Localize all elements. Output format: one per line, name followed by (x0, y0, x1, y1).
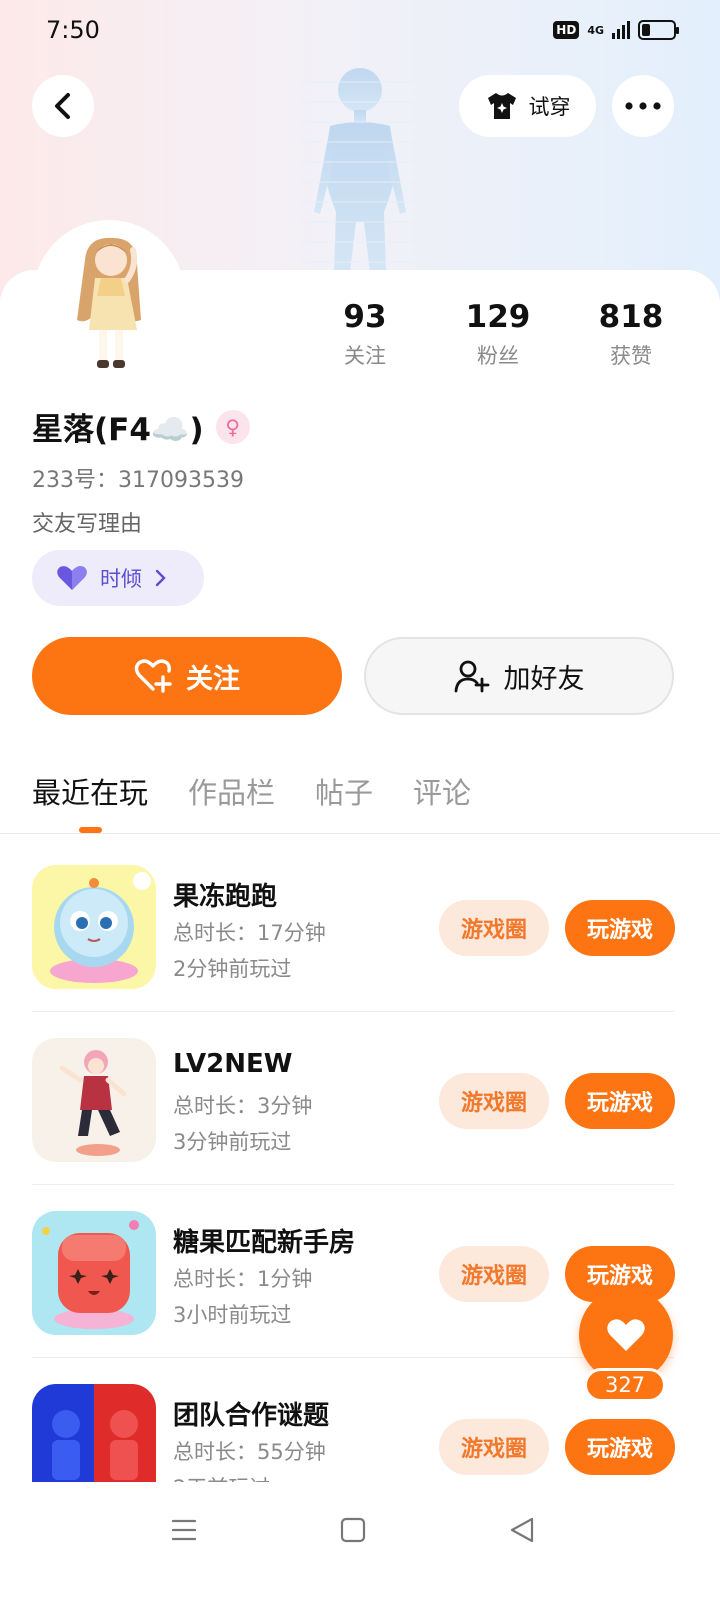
more-options-button[interactable] (612, 75, 674, 137)
like-count: 327 (584, 1368, 666, 1402)
heart-plus-icon (134, 659, 172, 693)
game-circle-button[interactable]: 游戏圈 (439, 1073, 549, 1129)
status-bar: 7:50 HD 4G (0, 0, 720, 64)
nav-back-button[interactable] (502, 1510, 542, 1550)
game-duration: 总时长：17分钟 (173, 921, 326, 945)
tag-label: 时倾 (100, 567, 142, 591)
game-icon-team-puzzle (32, 1384, 156, 1482)
game-name: 果冻跑跑 (173, 882, 278, 912)
system-nav-bar (0, 1482, 720, 1600)
tab-works[interactable]: 作品栏 (188, 770, 275, 838)
stat-likes[interactable]: 818 获赞 (571, 298, 691, 370)
game-name: LV2NEW (173, 1049, 293, 1079)
stat-followers[interactable]: 129 粉丝 (438, 298, 558, 370)
row-divider (32, 1357, 674, 1358)
game-last-played: 2分钟前玩过 (173, 957, 292, 981)
add-friend-button[interactable]: 加好友 (364, 637, 674, 715)
back-button[interactable] (32, 75, 94, 137)
heart-icon (607, 1319, 645, 1351)
network-type: 4G (587, 23, 604, 37)
game-icon-jelly-run (32, 865, 156, 989)
game-circle-button[interactable]: 游戏圈 (439, 1246, 549, 1302)
stat-label: 关注 (344, 344, 386, 368)
female-icon: ♀ (215, 409, 250, 444)
game-icon-lv2new (32, 1038, 156, 1162)
game-last-played: 3分钟前玩过 (173, 1130, 292, 1154)
follow-label: 关注 (186, 663, 240, 695)
signal-icon (612, 21, 630, 39)
game-last-played: 2天前玩过 (173, 1472, 270, 1482)
menu-button[interactable] (164, 1510, 204, 1550)
username: 星落(F4☁️) (32, 412, 204, 448)
stat-label: 获赞 (610, 344, 652, 368)
game-duration: 总时长：55分钟 (173, 1440, 326, 1464)
user-bio: 交友写理由 (32, 512, 143, 537)
more-dots-icon (625, 102, 661, 110)
square-icon (340, 1517, 366, 1543)
game-last-played: 3小时前玩过 (173, 1303, 292, 1327)
avatar-silhouette-illustration (300, 68, 420, 272)
chevron-left-icon (55, 93, 70, 119)
stat-value: 818 (598, 299, 664, 335)
tab-posts[interactable]: 帖子 (315, 770, 373, 838)
game-row[interactable]: 糖果匹配新手房 总时长：1分钟 3小时前玩过 游戏圈 玩游戏 (32, 1186, 675, 1358)
stat-following[interactable]: 93 关注 (305, 298, 425, 370)
hd-icon: HD (553, 21, 580, 39)
home-button[interactable] (333, 1510, 373, 1550)
game-name: 团队合作谜题 (173, 1401, 330, 1431)
add-friend-label: 加好友 (503, 663, 585, 695)
menu-icon (171, 1519, 197, 1541)
follow-button[interactable]: 关注 (32, 637, 342, 715)
game-name: 糖果匹配新手房 (173, 1228, 356, 1258)
user-id[interactable]: 233号：317093539 (32, 462, 244, 494)
status-icons: HD 4G (553, 20, 679, 40)
game-circle-button[interactable]: 游戏圈 (439, 900, 549, 956)
avatar-character-illustration (77, 237, 141, 368)
tabs-divider (0, 833, 720, 834)
game-duration: 总时长：3分钟 (173, 1094, 313, 1118)
game-duration: 总时长：1分钟 (173, 1267, 313, 1291)
tshirt-icon (487, 93, 516, 119)
game-row[interactable]: 团队合作谜题 总时长：55分钟 2天前玩过 游戏圈 玩游戏 (32, 1359, 675, 1482)
row-divider (32, 1184, 674, 1185)
try-on-button[interactable]: 试穿 (459, 75, 596, 137)
row-divider (32, 1011, 674, 1012)
game-row[interactable]: 果冻跑跑 总时长：17分钟 2分钟前玩过 游戏圈 玩游戏 (32, 840, 675, 1012)
intimacy-tag[interactable]: 时倾 (32, 550, 204, 606)
play-game-button[interactable]: 玩游戏 (565, 1419, 675, 1475)
status-time: 7:50 (46, 16, 100, 44)
tab-comments[interactable]: 评论 (413, 770, 471, 838)
stat-value: 129 (465, 299, 531, 335)
add-user-icon (454, 660, 489, 693)
battery-icon (638, 20, 679, 40)
game-row[interactable]: LV2NEW 总时长：3分钟 3分钟前玩过 游戏圈 玩游戏 (32, 1013, 675, 1185)
stat-value: 93 (343, 299, 387, 335)
heart-icon (57, 566, 87, 590)
game-circle-button[interactable]: 游戏圈 (439, 1419, 549, 1475)
try-on-label: 试穿 (528, 95, 571, 119)
triangle-back-icon (510, 1517, 534, 1543)
play-game-button[interactable]: 玩游戏 (565, 900, 675, 956)
play-game-button[interactable]: 玩游戏 (565, 1073, 675, 1129)
stat-label: 粉丝 (477, 344, 519, 368)
username-row: 星落(F4☁️) ♀ (32, 404, 250, 449)
game-icon-candy-match (32, 1211, 156, 1335)
avatar[interactable] (33, 220, 185, 380)
chevron-right-icon (155, 569, 166, 587)
